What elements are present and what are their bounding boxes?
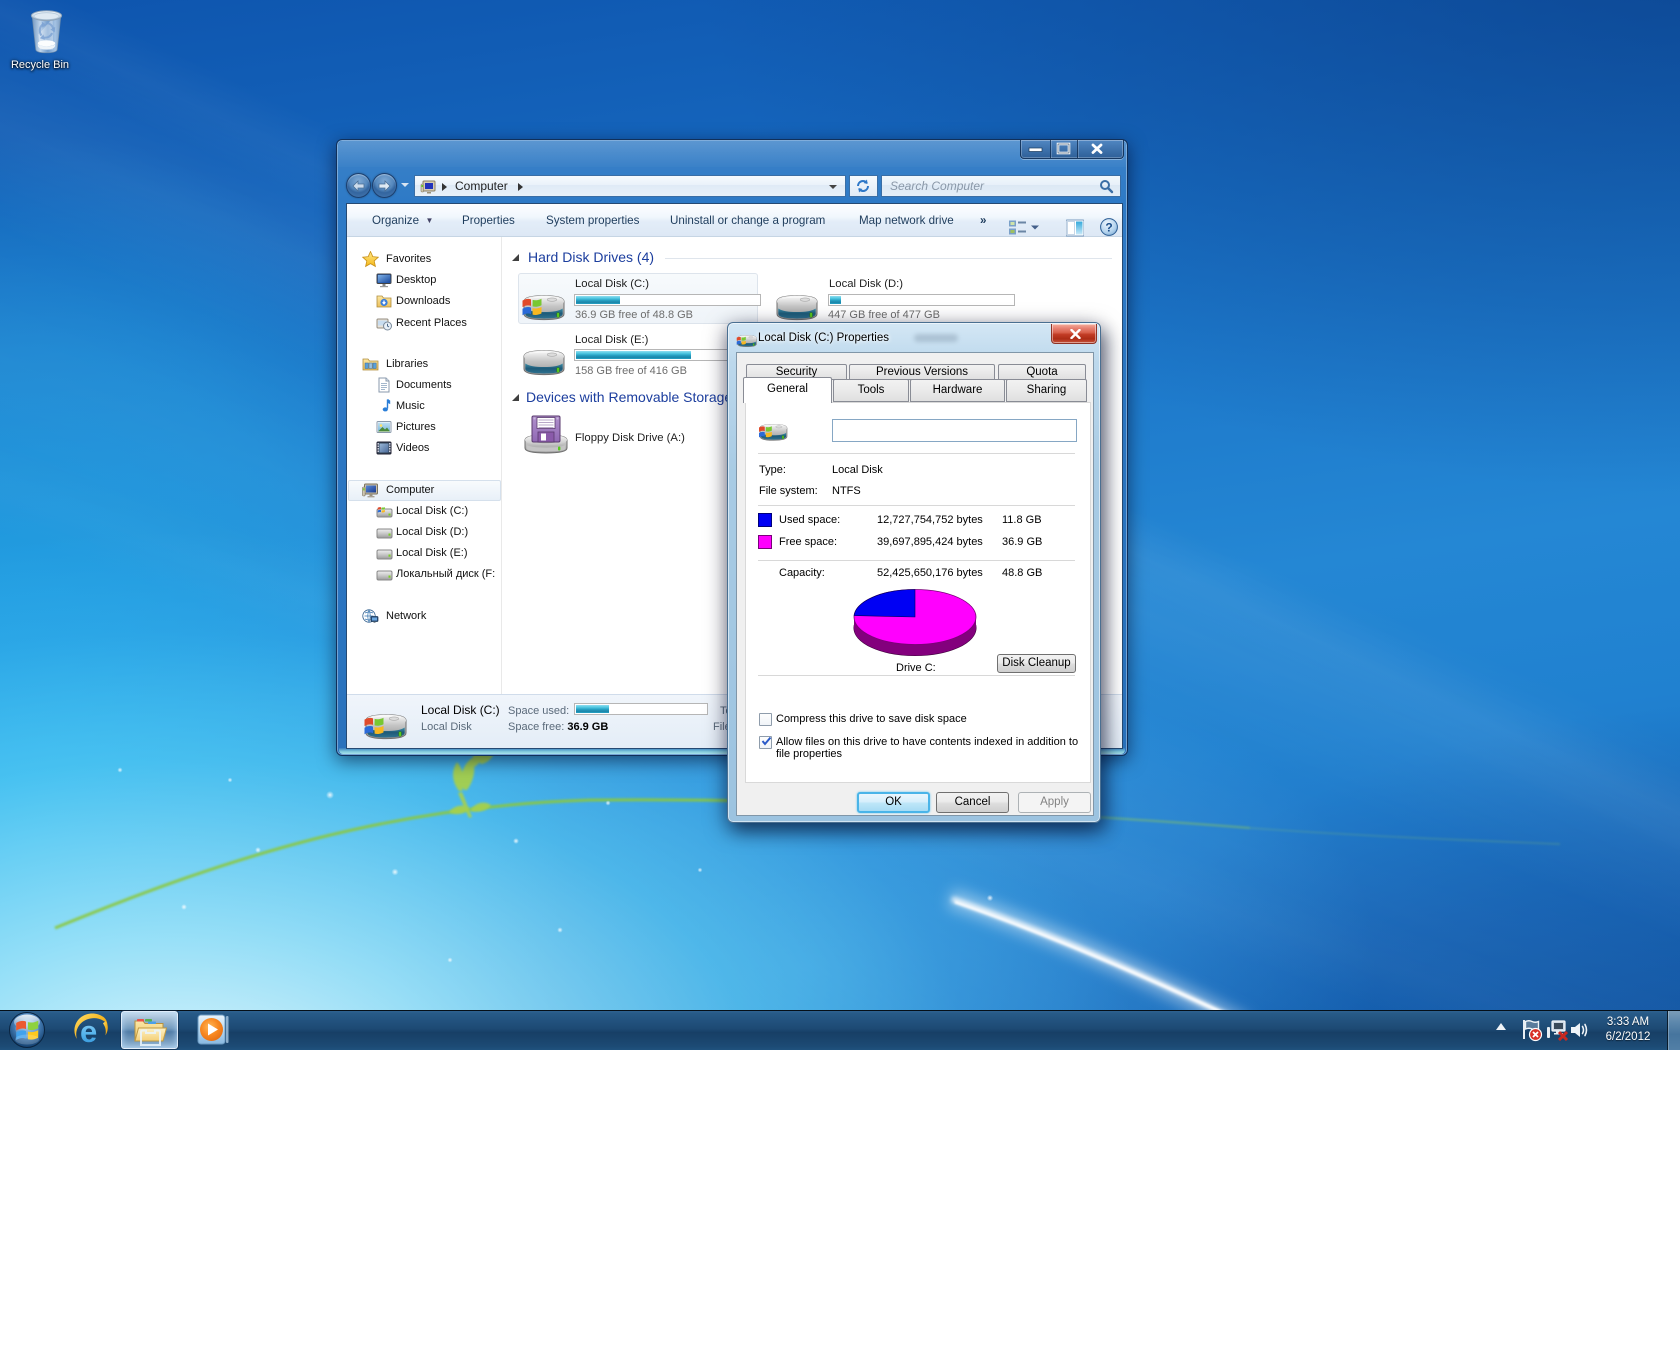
svg-text:?: ? [1105, 221, 1112, 235]
